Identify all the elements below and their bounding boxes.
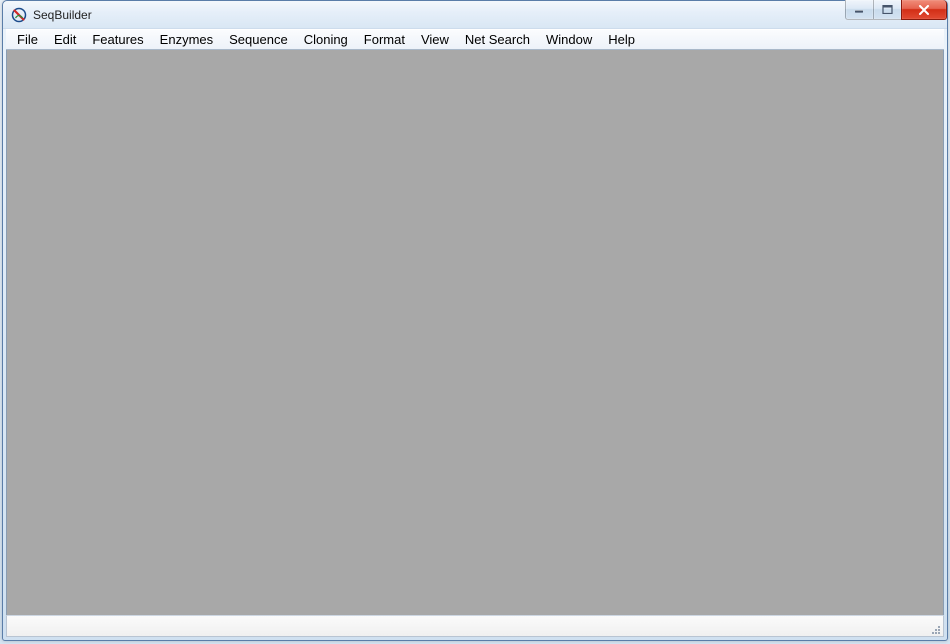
- menubar: File Edit Features Enzymes Sequence Clon…: [6, 29, 944, 50]
- window-controls: [846, 0, 947, 20]
- menu-file[interactable]: File: [9, 30, 46, 49]
- menu-sequence[interactable]: Sequence: [221, 30, 296, 49]
- menu-help[interactable]: Help: [600, 30, 643, 49]
- minimize-button[interactable]: [845, 0, 874, 20]
- menu-edit[interactable]: Edit: [46, 30, 84, 49]
- window-title: SeqBuilder: [33, 8, 92, 22]
- app-icon: [11, 7, 27, 23]
- workspace-area: [6, 50, 944, 615]
- menu-features[interactable]: Features: [84, 30, 151, 49]
- menu-enzymes[interactable]: Enzymes: [152, 30, 221, 49]
- resize-grip-icon[interactable]: [928, 622, 941, 635]
- statusbar: [6, 615, 944, 637]
- menu-format[interactable]: Format: [356, 30, 413, 49]
- maximize-button[interactable]: [873, 0, 902, 20]
- menu-net-search[interactable]: Net Search: [457, 30, 538, 49]
- application-window: SeqBuilder File Edit: [2, 0, 948, 641]
- menu-view[interactable]: View: [413, 30, 457, 49]
- menu-window[interactable]: Window: [538, 30, 600, 49]
- close-button[interactable]: [901, 0, 947, 20]
- menu-cloning[interactable]: Cloning: [296, 30, 356, 49]
- titlebar[interactable]: SeqBuilder: [3, 1, 947, 29]
